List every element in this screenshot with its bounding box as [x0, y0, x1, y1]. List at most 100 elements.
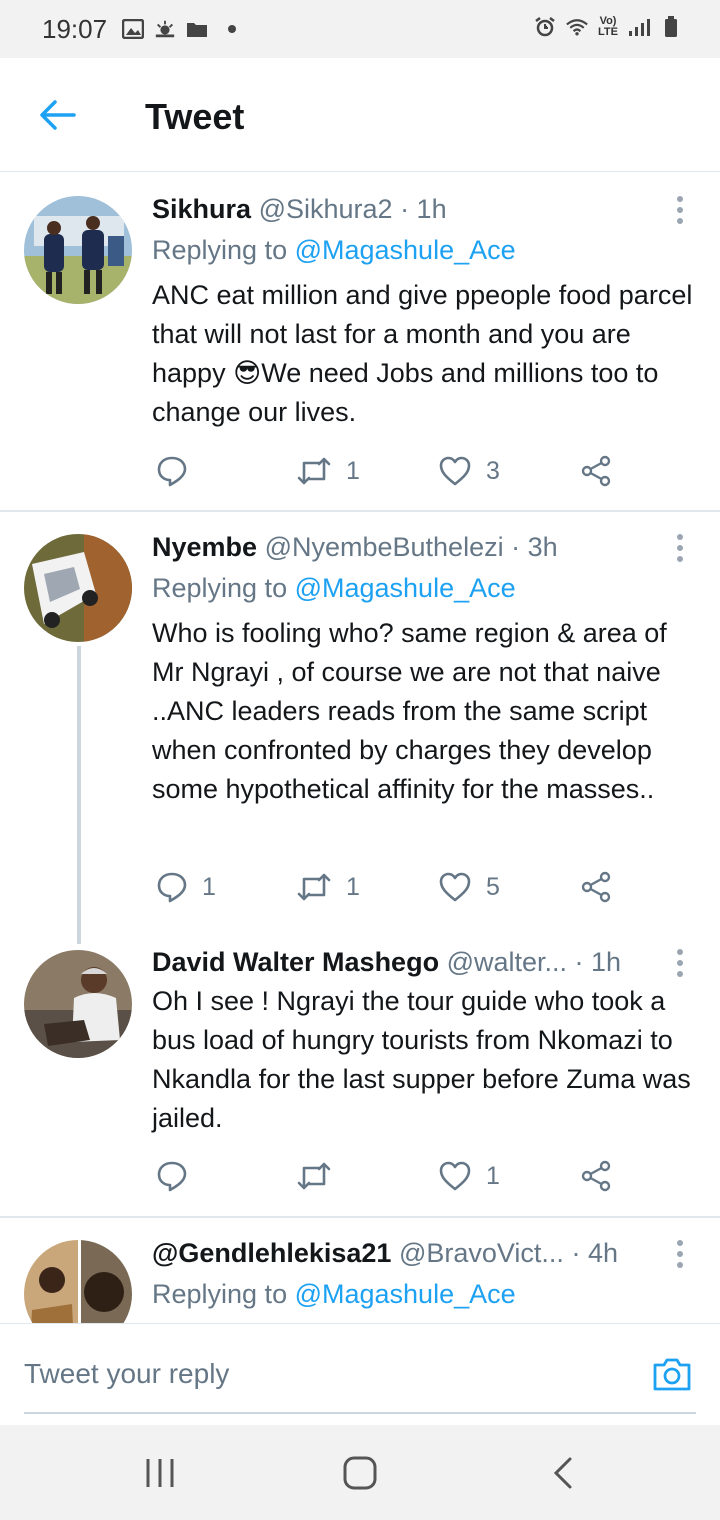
back-button[interactable] [36, 94, 78, 136]
like-count: 3 [486, 456, 500, 485]
tweet-header: @Gendlehlekisa21 @BravoVict... · 4h [152, 1238, 618, 1269]
tweet-actions: 1 1 5 [152, 867, 632, 907]
camera-icon [653, 1358, 691, 1391]
display-name[interactable]: David Walter Mashego [152, 947, 439, 977]
replying-to: Replying to @Magashule_Ace [152, 573, 516, 604]
retweet-button[interactable] [296, 1156, 346, 1196]
reply-icon [157, 456, 187, 487]
heart-icon [439, 1161, 471, 1191]
share-button[interactable] [580, 451, 612, 491]
share-button[interactable] [580, 867, 612, 907]
reply-composer: Tweet your reply [0, 1323, 720, 1425]
tweet-actions: 1 [152, 1156, 632, 1196]
reply-button[interactable]: 1 [156, 867, 216, 907]
tweet-text: Oh I see ! Ngrayi the tour guide who too… [152, 986, 691, 1133]
share-button[interactable] [580, 1156, 612, 1196]
system-icons: Vo) LTE [534, 16, 682, 38]
reply-icon [157, 872, 187, 903]
tweet-item[interactable]: David Walter Mashego @walter... · 1h Oh … [0, 932, 720, 1216]
tweet-header: Sikhura @Sikhura2 · 1h [152, 194, 447, 225]
tweet-text: Who is fooling who? same region & area o… [152, 618, 667, 804]
more-options-button[interactable] [676, 1240, 684, 1268]
back-nav-button[interactable] [546, 1455, 582, 1491]
user-handle[interactable]: @BravoVict... [399, 1238, 564, 1268]
mention-link[interactable]: @Magashule_Ace [295, 573, 516, 603]
display-name[interactable]: @Gendlehlekisa21 [152, 1238, 391, 1268]
more-options-button[interactable] [676, 196, 684, 224]
like-count: 5 [486, 872, 500, 901]
replying-to-label: Replying to [152, 1279, 295, 1309]
status-bar: 19:07 Vo) LTE [0, 0, 720, 58]
avatar[interactable] [24, 950, 132, 1058]
retweet-button[interactable]: 1 [296, 867, 360, 907]
back-chevron-icon [553, 1457, 572, 1489]
replying-to-label: Replying to [152, 573, 295, 603]
share-icon [581, 455, 611, 487]
reply-count: 1 [202, 872, 216, 901]
avatar[interactable] [24, 196, 132, 304]
retweet-icon [297, 457, 331, 485]
avatar[interactable] [24, 1240, 132, 1323]
retweet-button[interactable]: 1 [296, 451, 360, 491]
app-header: Tweet [0, 58, 720, 172]
reply-button[interactable] [156, 1156, 202, 1196]
recent-apps-icon [146, 1459, 174, 1487]
notification-icons [122, 18, 236, 40]
avatar[interactable] [24, 534, 132, 642]
more-options-button[interactable] [676, 949, 684, 977]
tweet-actions: 1 3 [152, 451, 632, 491]
replying-to-label: Replying to [152, 235, 295, 265]
tweet-text: ANC eat million and give ppeople food pa… [152, 280, 693, 427]
heart-icon [439, 872, 471, 902]
reply-input[interactable]: Tweet your reply [24, 1358, 229, 1390]
more-notifications-dot [228, 25, 236, 33]
replying-to: Replying to @Magashule_Ace [152, 1279, 516, 1310]
battery-icon [660, 16, 682, 38]
like-button[interactable]: 1 [438, 1156, 500, 1196]
tweet-time: · 4h [571, 1238, 618, 1268]
tweet-item[interactable]: @Gendlehlekisa21 @BravoVict... · 4h Repl… [0, 1218, 720, 1323]
user-handle[interactable]: @NyembeButhelezi [265, 532, 504, 562]
user-handle[interactable]: @walter... [447, 947, 567, 977]
tweet-item[interactable]: Sikhura @Sikhura2 · 1h Replying to @Maga… [0, 172, 720, 510]
retweet-count: 1 [346, 456, 360, 485]
display-name[interactable]: Sikhura [152, 194, 251, 224]
retweet-count: 1 [346, 872, 360, 901]
back-arrow-icon [40, 100, 76, 130]
mention-link[interactable]: @Magashule_Ace [295, 1279, 516, 1309]
status-time: 19:07 [42, 14, 108, 44]
heart-icon [439, 456, 471, 486]
camera-button[interactable] [652, 1354, 692, 1394]
more-options-button[interactable] [676, 534, 684, 562]
folder-icon [186, 18, 208, 40]
wifi-icon [566, 16, 588, 38]
tweet-header: Nyembe @NyembeButhelezi · 3h [152, 532, 558, 563]
share-icon [581, 1160, 611, 1192]
like-count: 1 [486, 1161, 500, 1190]
alarm-icon [534, 16, 556, 38]
mention-link[interactable]: @Magashule_Ace [295, 235, 516, 265]
recent-apps-button[interactable] [142, 1455, 178, 1491]
weather-icon [154, 18, 176, 40]
gallery-icon [122, 18, 144, 40]
like-button[interactable]: 3 [438, 451, 500, 491]
system-nav-bar [0, 1425, 720, 1520]
thread-line [77, 646, 81, 944]
home-icon [343, 1456, 377, 1490]
input-underline [24, 1412, 696, 1414]
tweet-item[interactable]: Nyembe @NyembeButhelezi · 3h Replying to… [0, 512, 720, 944]
tweet-time: · 1h [400, 194, 447, 224]
tweet-time: · 1h [574, 947, 622, 977]
tweet-time: · 3h [511, 532, 558, 562]
display-name[interactable]: Nyembe [152, 532, 257, 562]
tweet-header: David Walter Mashego @walter... · 1h [152, 947, 621, 978]
volte-indicator: Vo) LTE [598, 15, 618, 38]
reply-icon [157, 1161, 187, 1192]
home-button[interactable] [342, 1455, 378, 1491]
reply-button[interactable] [156, 451, 202, 491]
like-button[interactable]: 5 [438, 867, 500, 907]
share-icon [581, 871, 611, 903]
retweet-icon [297, 1162, 331, 1190]
signal-icon [628, 16, 650, 38]
user-handle[interactable]: @Sikhura2 [259, 194, 393, 224]
